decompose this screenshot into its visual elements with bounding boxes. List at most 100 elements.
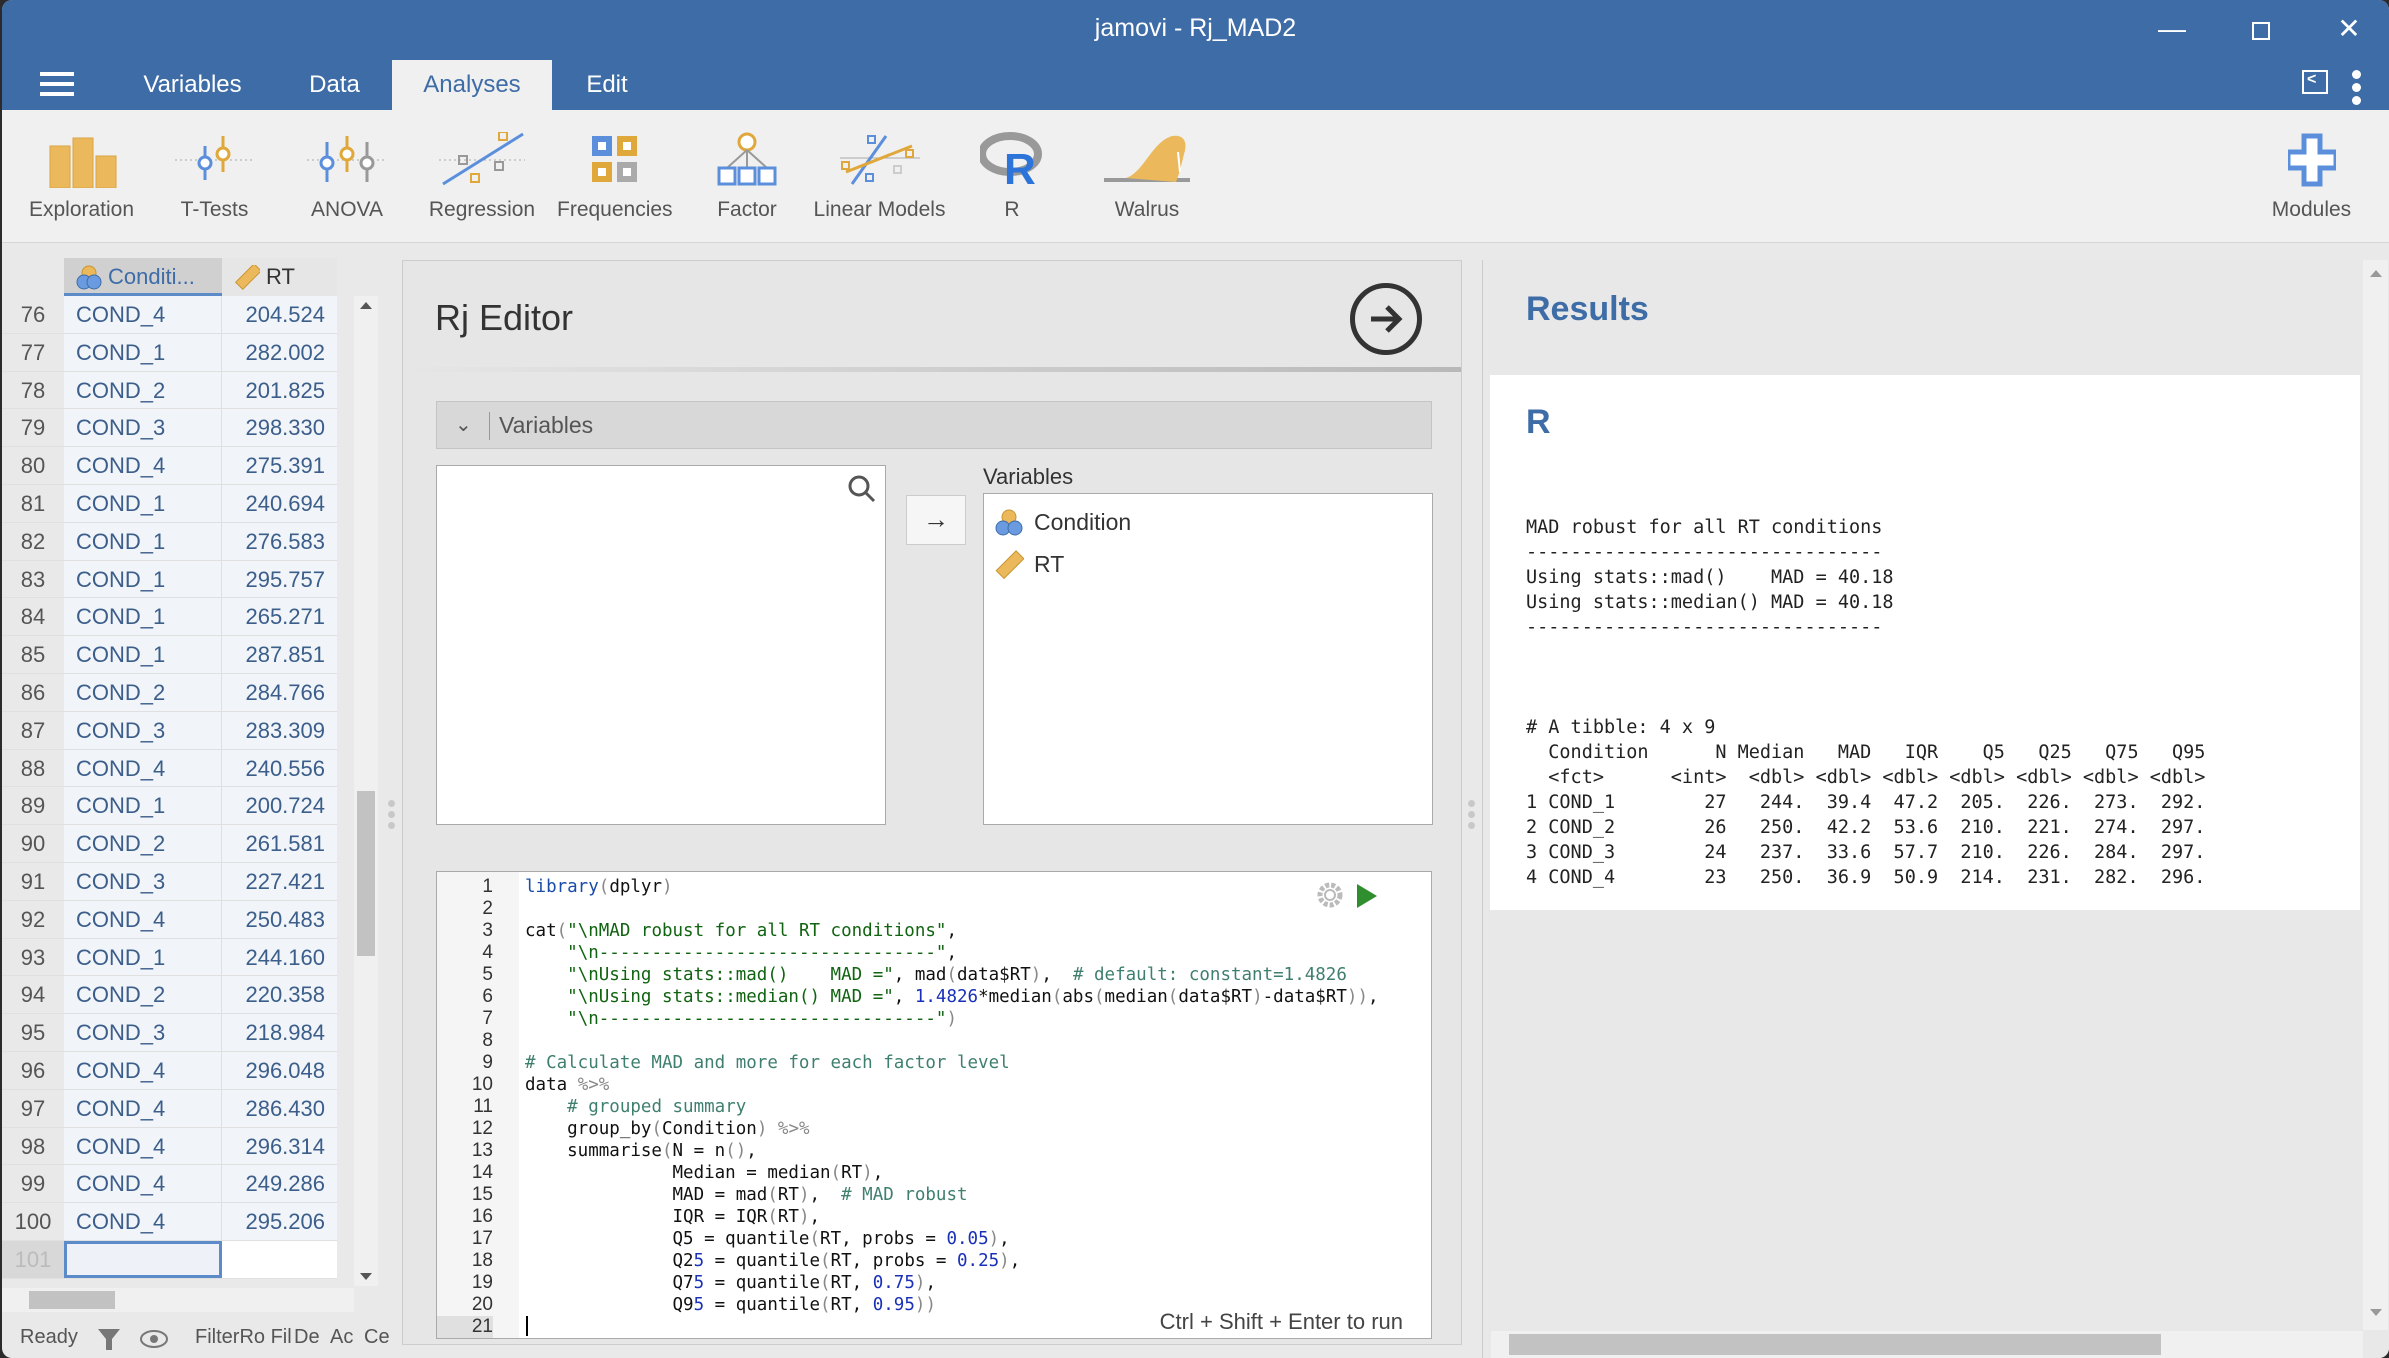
filter-icon[interactable] xyxy=(96,1326,122,1358)
ribbon-walrus-button[interactable]: Walrus xyxy=(1097,132,1197,222)
row-number[interactable]: 96 xyxy=(2,1051,64,1089)
ribbon-regression-button[interactable]: Regression xyxy=(427,132,537,222)
cell-rt[interactable]: 218.984 xyxy=(222,1014,337,1051)
cell-condition[interactable]: COND_3 xyxy=(64,862,222,900)
results-vertical-scrollbar[interactable] xyxy=(2363,260,2388,1330)
cell-condition[interactable]: COND_3 xyxy=(64,711,222,749)
cell-rt[interactable]: 244.160 xyxy=(222,938,337,976)
ribbon-exploration-button[interactable]: Exploration xyxy=(24,132,139,222)
ribbon-factor-button[interactable]: Factor xyxy=(702,132,792,222)
cell-condition[interactable]: COND_4 xyxy=(64,1165,222,1203)
code-line[interactable]: 8 xyxy=(437,1030,1431,1052)
row-number[interactable]: 94 xyxy=(2,976,64,1014)
cell-rt[interactable]: 261.581 xyxy=(222,825,337,862)
cell-condition[interactable]: COND_3 xyxy=(64,1014,222,1051)
panel-toggle-icon[interactable] xyxy=(2302,70,2328,94)
row-number[interactable]: 86 xyxy=(2,673,64,711)
target-variable-rt[interactable]: RT xyxy=(994,544,1064,584)
run-code-icon[interactable] xyxy=(1357,884,1377,908)
code-line[interactable]: 10 data %>% xyxy=(437,1074,1431,1096)
cell-condition[interactable]: COND_4 xyxy=(64,1051,222,1089)
row-number[interactable]: 85 xyxy=(2,636,64,673)
cell-condition[interactable]: COND_1 xyxy=(64,938,222,976)
row-number[interactable]: 101 xyxy=(2,1240,64,1278)
row-number[interactable]: 98 xyxy=(2,1127,64,1165)
cell-rt[interactable]: 220.358 xyxy=(222,976,337,1014)
cell-condition[interactable] xyxy=(64,1240,222,1278)
cell-rt[interactable]: 276.583 xyxy=(222,522,337,560)
scroll-thumb[interactable] xyxy=(1509,1334,2161,1355)
cell-condition[interactable]: COND_1 xyxy=(64,636,222,673)
code-line[interactable]: 9 # Calculate MAD and more for each facto… xyxy=(437,1052,1431,1074)
grid-vertical-scrollbar[interactable] xyxy=(354,296,378,1286)
cell-condition[interactable]: COND_2 xyxy=(64,825,222,862)
cell-condition[interactable]: COND_1 xyxy=(64,522,222,560)
code-line[interactable]: 6 "\nUsing stats::median() MAD =", 1.482… xyxy=(437,986,1431,1008)
cell-rt[interactable]: 250.483 xyxy=(222,900,337,938)
code-line[interactable]: 7 "\n--------------------------------") xyxy=(437,1008,1431,1030)
code-line[interactable]: 16 IQR = IQR(RT), xyxy=(437,1206,1431,1228)
eye-icon[interactable] xyxy=(139,1326,169,1358)
cell-condition[interactable]: COND_3 xyxy=(64,409,222,447)
row-number[interactable]: 95 xyxy=(2,1014,64,1051)
ribbon-linear-models-button[interactable]: Linear Models xyxy=(812,132,947,222)
column-header-rt[interactable]: RT xyxy=(222,258,337,296)
row-number[interactable]: 83 xyxy=(2,560,64,598)
row-number[interactable]: 76 xyxy=(2,296,64,333)
row-number[interactable]: 81 xyxy=(2,484,64,522)
available-variables-list[interactable] xyxy=(436,465,886,825)
cell-rt[interactable]: 296.048 xyxy=(222,1051,337,1089)
modules-button[interactable]: Modules xyxy=(2264,132,2359,222)
cell-rt[interactable]: 298.330 xyxy=(222,409,337,447)
row-number[interactable]: 97 xyxy=(2,1089,64,1127)
ribbon-anova-button[interactable]: ANOVA xyxy=(297,132,397,222)
cell-rt[interactable]: 204.524 xyxy=(222,296,337,333)
cell-rt[interactable]: 286.430 xyxy=(222,1089,337,1127)
more-options-icon[interactable] xyxy=(2352,70,2362,109)
code-line[interactable]: 3 cat("\nMAD robust for all RT conditions… xyxy=(437,920,1431,942)
cell-condition[interactable]: COND_4 xyxy=(64,900,222,938)
hamburger-menu-icon[interactable] xyxy=(40,72,74,96)
tab-analyses[interactable]: Analyses xyxy=(392,60,552,110)
scroll-up-icon[interactable] xyxy=(2370,270,2382,277)
row-number[interactable]: 80 xyxy=(2,447,64,484)
row-number[interactable]: 82 xyxy=(2,522,64,560)
row-number[interactable]: 89 xyxy=(2,787,64,825)
cell-condition[interactable]: COND_1 xyxy=(64,484,222,522)
cell-rt[interactable] xyxy=(222,1240,337,1278)
code-line[interactable]: 2 xyxy=(437,898,1431,920)
close-button[interactable]: ✕ xyxy=(2314,8,2384,50)
code-line[interactable]: 14 Median = median(RT), xyxy=(437,1162,1431,1184)
cell-condition[interactable]: COND_4 xyxy=(64,447,222,484)
target-variables-list[interactable]: Condition RT xyxy=(983,493,1433,825)
scroll-down-icon[interactable] xyxy=(2370,1309,2382,1316)
maximize-button[interactable] xyxy=(2226,8,2296,50)
search-icon[interactable] xyxy=(847,474,877,509)
code-line[interactable]: 18 Q25 = quantile(RT, probs = 0.25), xyxy=(437,1250,1431,1272)
code-line[interactable]: 1 library(dplyr) xyxy=(437,876,1431,898)
minimize-button[interactable]: — xyxy=(2137,8,2207,50)
cell-rt[interactable]: 240.556 xyxy=(222,749,337,787)
cell-rt[interactable]: 287.851 xyxy=(222,636,337,673)
cell-condition[interactable]: COND_2 xyxy=(64,371,222,409)
scroll-thumb[interactable] xyxy=(29,1291,115,1309)
cell-rt[interactable]: 295.206 xyxy=(222,1203,337,1240)
row-number[interactable]: 84 xyxy=(2,598,64,636)
row-number[interactable]: 99 xyxy=(2,1165,64,1203)
cell-rt[interactable]: 200.724 xyxy=(222,787,337,825)
cell-rt[interactable]: 295.757 xyxy=(222,560,337,598)
gear-icon[interactable] xyxy=(1315,880,1345,915)
cell-condition[interactable]: COND_4 xyxy=(64,1203,222,1240)
row-number[interactable]: 93 xyxy=(2,938,64,976)
cell-rt[interactable]: 284.766 xyxy=(222,673,337,711)
cell-condition[interactable]: COND_2 xyxy=(64,673,222,711)
cell-condition[interactable]: COND_1 xyxy=(64,787,222,825)
code-line[interactable]: 11 # grouped summary xyxy=(437,1096,1431,1118)
cell-rt[interactable]: 275.391 xyxy=(222,447,337,484)
grid-horizontal-scrollbar[interactable] xyxy=(2,1288,354,1312)
ribbon-r-button[interactable]: R R xyxy=(977,132,1047,222)
ribbon-t-tests-button[interactable]: T-Tests xyxy=(162,132,267,222)
cell-rt[interactable]: 240.694 xyxy=(222,484,337,522)
code-line[interactable]: 4 "\n--------------------------------", xyxy=(437,942,1431,964)
code-line[interactable]: 17 Q5 = quantile(RT, probs = 0.05), xyxy=(437,1228,1431,1250)
